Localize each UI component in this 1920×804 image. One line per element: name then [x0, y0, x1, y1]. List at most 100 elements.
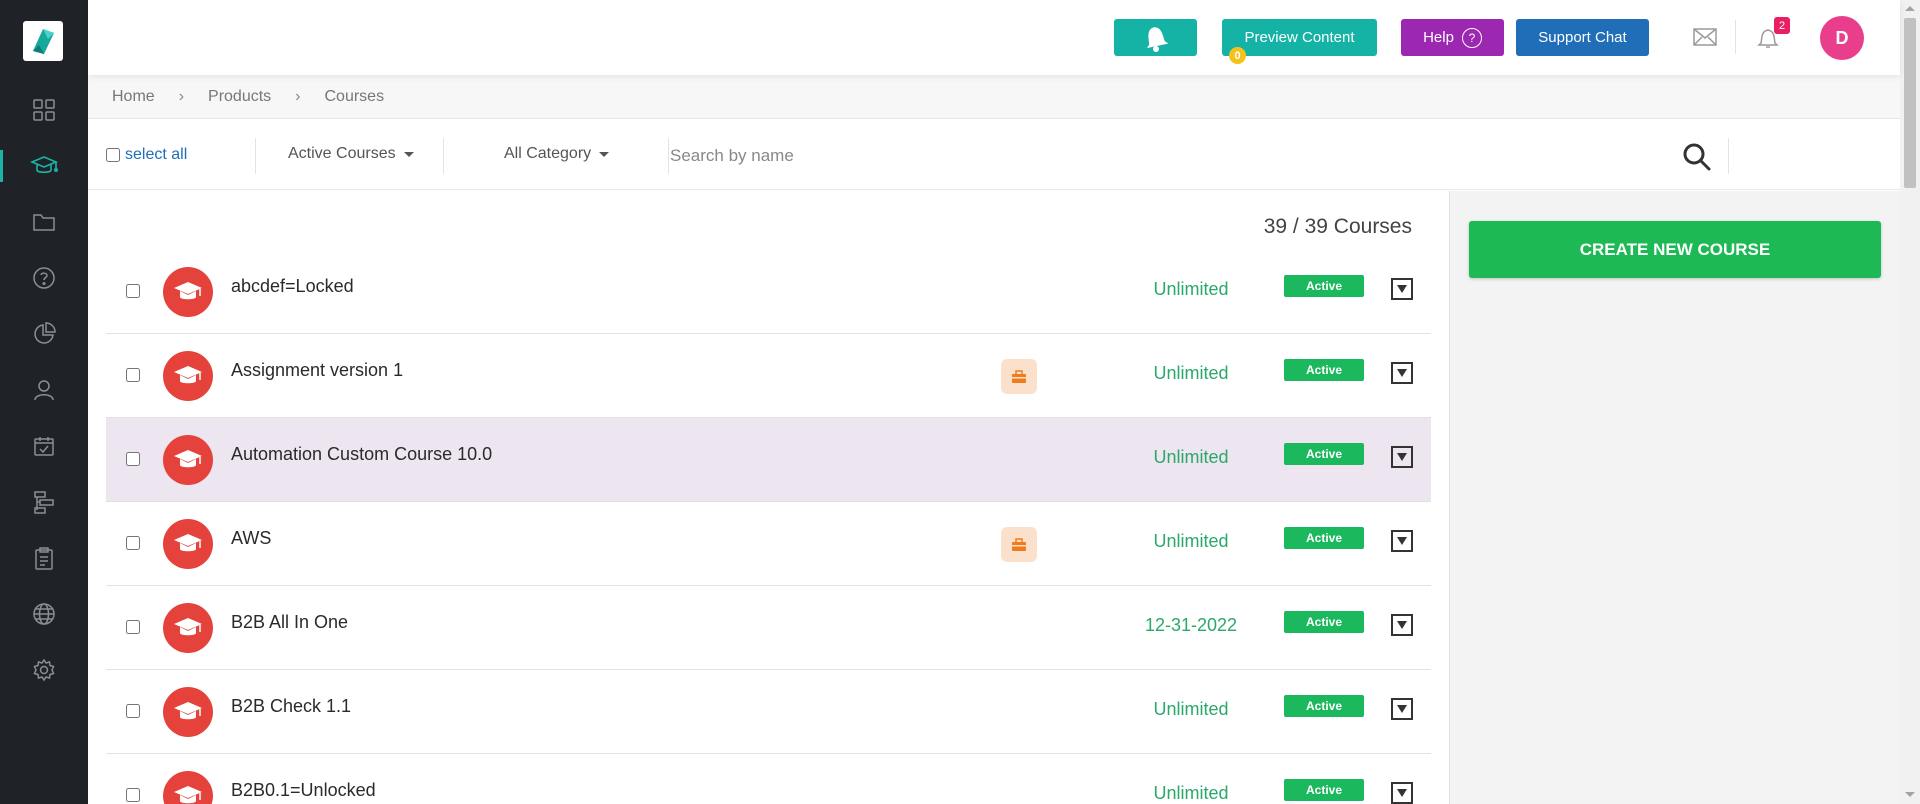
status-badge: Active [1284, 611, 1364, 633]
course-name[interactable]: Assignment version 1 [231, 360, 403, 381]
caret-down-icon [1397, 285, 1407, 293]
question-circle-icon [33, 267, 55, 289]
course-validity: 12-31-2022 [1144, 615, 1238, 635]
search-input[interactable] [670, 138, 1650, 174]
course-list: 39 / 39 Courses abcdef=Locked Unlimited Ac… [88, 191, 1448, 804]
caret-down-icon [1397, 621, 1407, 629]
caret-down-icon [1397, 705, 1407, 713]
sidebar-item-sitemap[interactable] [0, 482, 88, 522]
scroll-up-arrow-icon[interactable] [1905, 6, 1915, 11]
sidebar-item-dashboard[interactable] [0, 90, 88, 130]
course-select-checkbox[interactable] [126, 704, 140, 718]
sidebar-item-website[interactable] [0, 594, 88, 634]
course-row[interactable]: B2B0.1=Unlocked Unlimited Active [106, 754, 1431, 804]
caret-down-icon [1397, 537, 1407, 545]
select-all-checkbox[interactable] [106, 148, 120, 162]
scroll-down-arrow-icon[interactable] [1905, 792, 1915, 797]
sidebar-item-help[interactable] [0, 258, 88, 298]
user-avatar[interactable]: D [1820, 16, 1864, 60]
sidebar-item-users[interactable] [0, 370, 88, 410]
filter-divider [443, 138, 444, 174]
caret-down-icon [1397, 453, 1407, 461]
course-row[interactable]: B2B Check 1.1 Unlimited Active [106, 670, 1431, 754]
filter-divider [668, 138, 669, 174]
status-badge: Active [1284, 443, 1364, 465]
sidebar [0, 0, 88, 804]
status-badge: Active [1284, 275, 1364, 297]
course-name[interactable]: B2B All In One [231, 612, 348, 633]
page-scrollbar[interactable] [1900, 0, 1920, 804]
sidebar-item-assessments[interactable] [0, 538, 88, 578]
preview-content-button[interactable]: Preview Content [1222, 19, 1377, 56]
course-select-checkbox[interactable] [126, 620, 140, 634]
category-filter-dropdown[interactable]: All Category [504, 145, 610, 163]
mail-icon[interactable] [1693, 27, 1717, 47]
row-dropdown-button[interactable] [1391, 614, 1413, 636]
row-dropdown-button[interactable] [1391, 530, 1413, 552]
breadcrumb-home[interactable]: Home [112, 88, 155, 106]
course-count: 39 / 39 Courses [1263, 215, 1412, 238]
support-chat-button[interactable]: Support Chat [1516, 19, 1649, 56]
course-row[interactable]: AWS Unlimited Active [106, 502, 1431, 586]
pie-chart-icon [34, 322, 56, 344]
row-dropdown-button[interactable] [1391, 278, 1413, 300]
search-icon[interactable] [1682, 142, 1712, 172]
course-name[interactable]: AWS [231, 528, 271, 549]
status-filter-dropdown[interactable]: Active Courses [288, 145, 414, 163]
bell-count-badge: 0 [1229, 47, 1246, 64]
chevron-right-icon: › [295, 87, 301, 105]
row-dropdown-button[interactable] [1391, 782, 1413, 804]
course-row[interactable]: Automation Custom Course 10.0 Unlimited Ac… [106, 418, 1431, 502]
filter-divider [255, 138, 256, 174]
sidebar-item-folders[interactable] [0, 202, 88, 242]
graduation-cap-icon [163, 519, 213, 569]
status-badge: Active [1284, 359, 1364, 381]
globe-icon [33, 603, 55, 625]
graduation-cap-icon [163, 687, 213, 737]
calendar-check-icon [34, 437, 54, 456]
filter-divider [1728, 138, 1729, 174]
course-select-checkbox[interactable] [126, 452, 140, 466]
bell-icon [1146, 26, 1168, 52]
sidebar-item-calendar[interactable] [0, 426, 88, 466]
course-select-checkbox[interactable] [126, 536, 140, 550]
folder-icon [33, 214, 55, 231]
scrollbar-thumb[interactable] [1904, 18, 1916, 188]
course-name[interactable]: abcdef=Locked [231, 276, 354, 297]
course-name[interactable]: B2B0.1=Unlocked [231, 780, 376, 801]
course-select-checkbox[interactable] [126, 284, 140, 298]
user-icon [34, 380, 54, 401]
course-row[interactable]: abcdef=Locked Unlimited Active [106, 250, 1431, 334]
course-select-checkbox[interactable] [126, 788, 140, 802]
select-all-label[interactable]: select all [125, 146, 187, 164]
clipboard-list-icon [35, 547, 53, 570]
course-validity: Unlimited [1153, 699, 1229, 719]
help-button[interactable]: Help ? [1401, 19, 1504, 56]
row-dropdown-button[interactable] [1391, 446, 1413, 468]
course-name[interactable]: B2B Check 1.1 [231, 696, 351, 717]
graduation-cap-icon [163, 435, 213, 485]
sidebar-item-courses[interactable] [0, 146, 88, 186]
course-row[interactable]: B2B All In One 12-31-2022 Active [106, 586, 1431, 670]
app-logo[interactable] [23, 21, 63, 61]
status-badge: Active [1284, 527, 1364, 549]
breadcrumb-courses: Courses [324, 87, 385, 105]
row-dropdown-button[interactable] [1391, 698, 1413, 720]
create-new-course-button[interactable]: CREATE NEW COURSE [1469, 221, 1881, 278]
status-badge: Active [1284, 695, 1364, 717]
graduation-cap-icon [163, 603, 213, 653]
sidebar-item-reports[interactable] [0, 314, 88, 354]
chevron-right-icon: › [178, 87, 185, 105]
announcement-bell-button[interactable] [1114, 19, 1197, 56]
gear-icon [33, 658, 55, 682]
right-panel: CREATE NEW COURSE [1449, 191, 1900, 804]
question-icon: ? [1461, 27, 1482, 48]
course-row[interactable]: Assignment version 1 Unlimited Active [106, 334, 1431, 418]
row-dropdown-button[interactable] [1391, 362, 1413, 384]
select-all-control[interactable]: select all [106, 146, 187, 164]
course-name[interactable]: Automation Custom Course 10.0 [231, 444, 492, 465]
course-select-checkbox[interactable] [126, 368, 140, 382]
breadcrumb-products[interactable]: Products [208, 88, 271, 106]
sidebar-item-settings[interactable] [0, 650, 88, 690]
status-badge: Active [1284, 779, 1364, 801]
